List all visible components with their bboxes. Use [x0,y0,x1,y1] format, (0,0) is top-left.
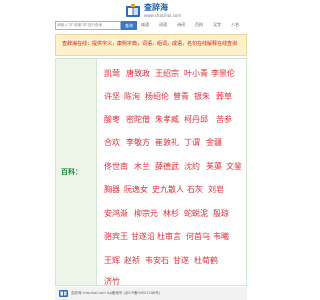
notice-banner: 查辞海在线：提供字义，康熙字典，词语，组词，成语，名句在线解释在线查询 [55,34,247,56]
name-link[interactable]: 阮逸女 [124,184,148,195]
name-link[interactable]: 济竹 [104,276,120,287]
category-link-ciyu[interactable]: 词语 [159,22,167,28]
name-link[interactable]: 许坚 [104,91,120,102]
book-logo-icon [126,4,140,17]
search-button[interactable]: 查询 [121,21,137,30]
name-link[interactable]: 蛇蜕泥 [184,208,208,219]
name-link[interactable]: 崔敦礼 [155,137,179,148]
name-link[interactable]: 曾青 [173,91,189,102]
name-link[interactable]: 薛德武 [155,161,179,172]
site-title: 查辞海 [144,3,168,12]
content-table: 百科： 凯莺 唐致政 王绍宗 叶小青 李景伦 许坚 陈洵 杨绍伦 曾青 银朱 葬… [55,58,247,286]
category-link-chengyu[interactable]: 成语 [141,22,149,28]
name-link[interactable]: 凯莺 [104,68,120,79]
name-link[interactable]: 甘遂沿 [131,231,155,242]
name-link[interactable]: 殷琼 [213,208,229,219]
search-input[interactable]: 请输入"字"或者"词"进行查询 [55,21,121,30]
section-label: 百科： [61,168,82,176]
name-link[interactable]: 杜审言 [157,231,181,242]
name-link[interactable]: 韦曦 [213,231,229,242]
name-link[interactable]: 杜荀鹤 [194,255,218,266]
name-link[interactable]: 丁谓 [184,137,200,148]
name-link[interactable]: 苦参 [216,114,232,125]
name-link[interactable]: 杨绍伦 [145,91,169,102]
name-link[interactable]: 木兰 [134,161,150,172]
name-link[interactable]: 文鉴 [226,161,242,172]
name-link[interactable]: 胸器 [104,184,120,195]
category-link-baike[interactable]: 百科 [195,22,203,28]
name-link[interactable]: 王辉 [104,255,120,266]
site-url: www.chacihai.com [144,13,182,18]
name-link[interactable]: 李敬方 [126,137,150,148]
name-link[interactable]: 骆宾王 [104,231,128,242]
name-link[interactable]: 金疆 [206,137,222,148]
category-link-renming[interactable]: 人名 [231,22,239,28]
category-link-hanzi[interactable]: 汉字 [213,22,221,28]
name-link[interactable]: 王绍宗 [155,68,179,79]
footer-text: 查辞海 chacihai.com Isp备案号 (京ICP备00001168号) [71,291,161,295]
name-link[interactable]: 刘皂 [208,184,224,195]
name-link[interactable]: 酸枣 [104,114,120,125]
name-link[interactable]: 唐致政 [126,68,150,79]
name-link[interactable]: 李景伦 [211,68,235,79]
name-link[interactable]: 林杉 [163,208,179,219]
name-link[interactable]: 密陀僧 [126,114,150,125]
name-link[interactable]: 陈洵 [124,91,140,102]
search-bar: 请输入"字"或者"词"进行查询 查询 成语 词语 诗词 百科 汉字 人名 [55,21,247,30]
name-link[interactable]: 银朱 [194,91,210,102]
name-link[interactable]: 石灰 [187,184,203,195]
category-link-shici[interactable]: 诗词 [177,22,185,28]
name-link[interactable]: 葬草 [216,91,232,102]
section-label-cell: 百科： [56,59,97,285]
name-link[interactable]: 安鸿渐 [104,208,128,219]
name-link[interactable]: 何首乌 [186,231,210,242]
notice-text: 查辞海在线：提供字义，康熙字典，词语，组词，成语，名句在线解释在线查询 [62,41,238,47]
name-link[interactable]: 沈约 [184,161,200,172]
footer: 查辞海 chacihai.com Isp备案号 (京ICP备00001168号) [55,287,247,300]
name-link[interactable]: 朱孝臧 [155,114,179,125]
name-link[interactable]: 佟世南 [104,161,128,172]
book-logo-icon [59,290,68,297]
name-link[interactable]: 合欢 [104,137,120,148]
site-logo[interactable]: 查辞海 www.chacihai.com [125,3,185,21]
name-link[interactable]: 赵祯 [124,255,140,266]
name-link[interactable]: 芙蕖 [206,161,222,172]
name-link[interactable]: 柯丹邱 [184,114,208,125]
name-link[interactable]: 叶小青 [184,68,208,79]
name-link[interactable]: 韦安石 [145,255,169,266]
name-link[interactable]: 柳宗元 [134,208,158,219]
name-link[interactable]: 史九散人 [152,184,184,195]
name-link[interactable]: 甘遂 [173,255,189,266]
